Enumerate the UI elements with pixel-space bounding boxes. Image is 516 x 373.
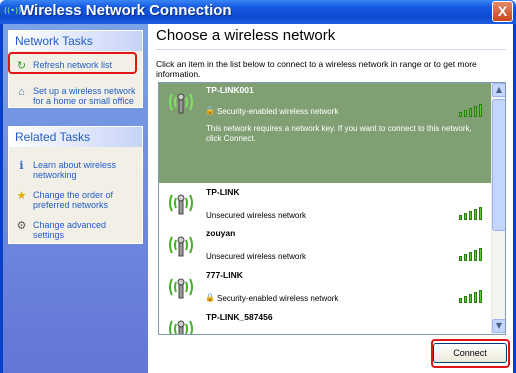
network-item[interactable]: TP-LINK001 🔒 Security-enabled wireless n… (159, 83, 493, 183)
scroll-down-button[interactable]: ▼ (492, 319, 505, 333)
network-name: 777-LINK (206, 270, 243, 280)
main-panel: Choose a wireless network Click an item … (148, 24, 513, 373)
learn-wireless-link[interactable]: ℹ Learn about wireless networking (9, 157, 142, 183)
network-security-status: Unsecured wireless network (206, 211, 307, 220)
info-icon: ℹ (19, 160, 24, 172)
refresh-highlight (8, 52, 137, 74)
network-list[interactable]: TP-LINK001 🔒 Security-enabled wireless n… (158, 82, 506, 335)
antenna-icon (169, 93, 193, 114)
connect-highlight (431, 339, 510, 368)
signal-strength-icon (459, 103, 483, 117)
lock-icon: 🔒 (205, 106, 215, 115)
setup-wireless-label: Set up a wireless network for a home or … (33, 86, 136, 106)
network-item[interactable]: zouyan Unsecured wireless network (159, 225, 493, 267)
window-client: Network Tasks ↻ Refresh network list ⌂ S… (3, 24, 513, 373)
signal-strength-icon (459, 206, 483, 220)
signal-strength-icon (459, 247, 483, 261)
close-button[interactable]: X (492, 1, 513, 22)
network-security-status: Security-enabled wireless network (217, 107, 339, 116)
change-order-link[interactable]: ★ Change the order of preferred networks (9, 187, 142, 213)
wireless-connection-window: ((•)) Wireless Network Connection X Netw… (0, 0, 516, 373)
signal-strength-icon (459, 289, 483, 303)
setup-wireless-network-link[interactable]: ⌂ Set up a wireless network for a home o… (9, 83, 142, 109)
wireless-network-icon: ((•)) (4, 6, 22, 15)
network-name: zouyan (206, 228, 236, 238)
network-name: TP-LINK (206, 187, 240, 197)
network-name: TP-LINK_587456 (206, 312, 273, 322)
advanced-settings-link[interactable]: ⚙ Change advanced settings (9, 217, 142, 243)
network-name: TP-LINK001 (206, 85, 254, 95)
network-item[interactable]: TP-LINK Unsecured wireless network (159, 184, 493, 225)
title-divider (156, 49, 506, 50)
window-title: Wireless Network Connection (20, 2, 232, 19)
title-bar[interactable]: ((•)) Wireless Network Connection X (0, 0, 516, 24)
setup-wireless-icon: ⌂ (18, 86, 25, 98)
network-description: This network requires a network key. If … (206, 124, 472, 143)
instructions-text: Click an item in the list below to conne… (156, 59, 477, 79)
network-tasks-header: Network Tasks (9, 31, 142, 51)
advanced-settings-label: Change advanced settings (33, 220, 107, 240)
related-tasks-header: Related Tasks (9, 127, 142, 147)
network-item[interactable]: 777-LINK 🔒 Security-enabled wireless net… (159, 267, 493, 309)
network-item[interactable]: TP-LINK_587456 (159, 309, 493, 334)
antenna-icon (169, 320, 193, 334)
star-icon: ★ (16, 190, 27, 202)
learn-wireless-label: Learn about wireless networking (33, 160, 117, 180)
antenna-icon (169, 278, 193, 299)
settings-icon: ⚙ (16, 220, 27, 232)
related-tasks-box: Related Tasks ℹ Learn about wireless net… (8, 126, 143, 244)
page-title: Choose a wireless network (156, 27, 336, 44)
network-security-status: Unsecured wireless network (206, 252, 307, 261)
antenna-icon (169, 236, 193, 257)
network-security-status: Security-enabled wireless network (217, 294, 339, 303)
lock-icon: 🔒 (205, 293, 215, 302)
task-pane: Network Tasks ↻ Refresh network list ⌂ S… (3, 24, 148, 373)
change-order-label: Change the order of preferred networks (33, 190, 114, 210)
antenna-icon (169, 194, 193, 215)
scroll-up-button[interactable]: ▲ (492, 83, 505, 97)
network-list-scrollbar[interactable]: ▲ ▼ (491, 83, 505, 334)
scroll-thumb[interactable] (492, 99, 505, 231)
